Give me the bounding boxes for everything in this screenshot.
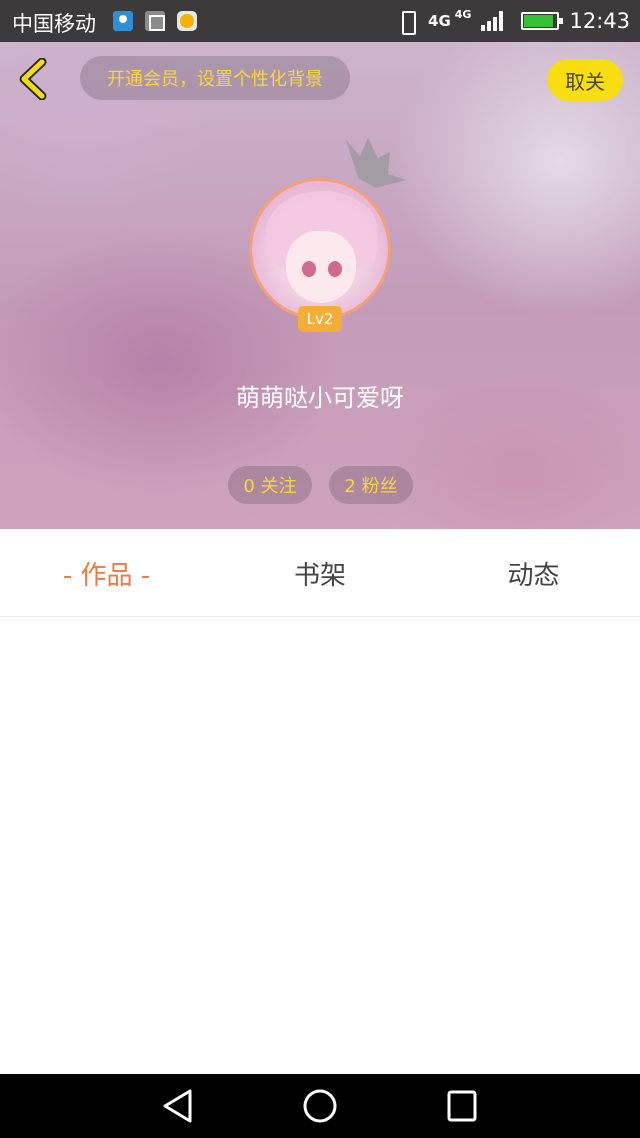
chevron-left-icon <box>19 57 47 101</box>
status-bar: 中国移动 4G 4G 12:43 <box>0 0 640 42</box>
clock-time: 12:43 <box>569 9 630 33</box>
battery-charging-icon <box>521 12 564 30</box>
nav-home-button[interactable] <box>300 1088 340 1124</box>
user-nickname: 萌萌哒小可爱呀 <box>236 384 404 412</box>
signal-icon <box>481 11 504 31</box>
tab-works[interactable]: - 作品 - <box>0 529 213 617</box>
network-type-label: 4G <box>428 12 451 30</box>
location-app-icon <box>113 11 133 31</box>
tab-bookshelf[interactable]: 书架 <box>213 529 427 617</box>
fans-count-button[interactable]: 2 粉丝 <box>329 466 413 504</box>
vibrate-icon <box>396 10 418 35</box>
following-count-button[interactable]: 0 关注 <box>228 466 312 504</box>
tab-content-area <box>0 618 640 1074</box>
network-type-secondary-label: 4G <box>454 8 472 21</box>
back-triangle-icon <box>163 1089 192 1123</box>
chat-app-icon <box>177 11 197 31</box>
gallery-icon <box>145 11 165 31</box>
profile-header: 开通会员，设置个性化背景 取关 Lv2 萌萌哒小可爱呀 0 关注 2 粉丝 <box>0 42 640 529</box>
recent-apps-square-icon <box>447 1090 477 1122</box>
tab-activity[interactable]: 动态 <box>427 529 640 617</box>
vip-background-prompt[interactable]: 开通会员，设置个性化背景 <box>80 56 350 100</box>
nav-recent-apps-button[interactable] <box>442 1088 482 1124</box>
avatar[interactable] <box>249 178 391 320</box>
carrier-label: 中国移动 <box>12 12 96 36</box>
level-badge: Lv2 <box>298 306 342 332</box>
back-button[interactable] <box>14 57 54 101</box>
unfollow-button[interactable]: 取关 <box>547 59 623 101</box>
nav-back-button[interactable] <box>160 1088 200 1124</box>
home-circle-icon <box>303 1089 337 1123</box>
system-nav-bar <box>0 1074 640 1138</box>
profile-tabs: - 作品 - 书架 动态 <box>0 529 640 617</box>
